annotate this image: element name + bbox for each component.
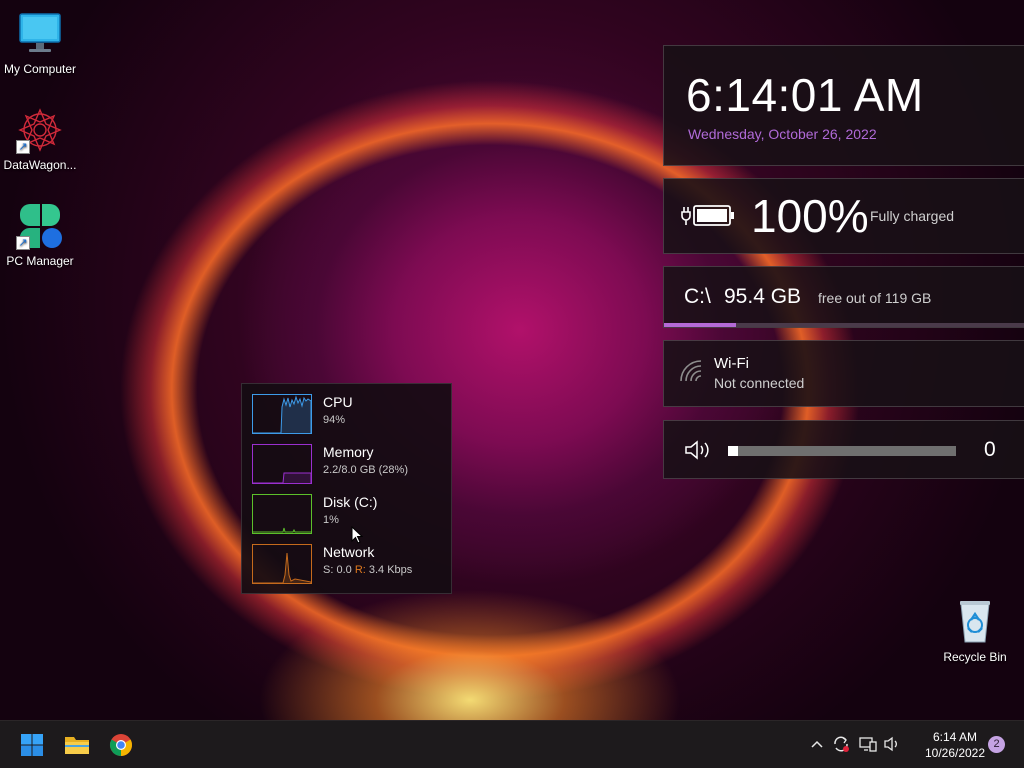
- disk-widget: C:\ 95.4 GB free out of 119 GB: [663, 266, 1024, 328]
- desktop-icon-label: DataWagon...: [3, 158, 77, 172]
- perf-row-memory[interactable]: Memory 2.2/8.0 GB (28%): [252, 444, 447, 488]
- memory-label: Memory: [323, 444, 374, 460]
- file-explorer-button[interactable]: [61, 729, 93, 761]
- taskbar-date: 10/26/2022: [924, 746, 986, 760]
- desktop-icon-datawagon[interactable]: ↗ DataWagon...: [0, 106, 80, 172]
- speaker-icon[interactable]: [684, 439, 714, 466]
- taskbar-clock[interactable]: 6:14 AM 10/26/2022: [920, 729, 990, 761]
- desktop-icon-label: My Computer: [3, 62, 77, 76]
- performance-popup: CPU 94% Memory 2.2/8.0 GB (28%) Disk (C:…: [241, 383, 452, 594]
- network-graph: [252, 544, 312, 584]
- clock-widget: 6:14:01 AM Wednesday, October 26, 2022: [663, 45, 1024, 166]
- start-icon: [21, 734, 43, 756]
- taskbar: 6:14 AM 10/26/2022 2: [0, 720, 1024, 768]
- shortcut-arrow-icon: ↗: [16, 236, 30, 250]
- chrome-icon: [110, 734, 132, 756]
- recycle-bin-icon: [951, 598, 999, 646]
- memory-graph: [252, 444, 312, 484]
- desktop-icon-label: PC Manager: [6, 254, 74, 268]
- mouse-cursor-icon: [351, 525, 364, 550]
- desktop-icon-my-computer[interactable]: My Computer: [0, 10, 80, 76]
- battery-plug-icon: [680, 201, 736, 236]
- disk-graph: [252, 494, 312, 534]
- network-value: S: 0.0 R: 3.4 Kbps: [323, 564, 412, 576]
- chevron-up-icon[interactable]: [808, 735, 826, 753]
- wifi-name: Wi-Fi: [714, 355, 749, 372]
- disk-free-space: 95.4 GB: [724, 285, 802, 308]
- cpu-value: 94%: [323, 414, 346, 426]
- battery-widget: 100% Fully charged: [663, 178, 1024, 254]
- perf-row-disk[interactable]: Disk (C:) 1%: [252, 494, 447, 538]
- clock-time: 6:14:01 AM: [686, 69, 924, 121]
- volume-slider[interactable]: [728, 446, 956, 456]
- network-send: S: 0.0: [323, 564, 352, 576]
- start-button[interactable]: [16, 729, 48, 761]
- wifi-status: Not connected: [714, 375, 805, 391]
- chrome-button[interactable]: [105, 729, 137, 761]
- monitor-icon: [16, 10, 64, 58]
- network-recv-key: R:: [354, 564, 366, 576]
- desktop-icon-pc-manager[interactable]: ↗ PC Manager: [0, 202, 80, 268]
- battery-percent: 100%: [751, 190, 869, 242]
- shortcut-arrow-icon: ↗: [16, 140, 30, 154]
- taskbar-time: 6:14 AM: [932, 730, 978, 744]
- disk-usage-bar: [664, 323, 1024, 327]
- desktop-icon-label: Recycle Bin: [943, 650, 1007, 664]
- clock-date: Wednesday, October 26, 2022: [688, 126, 877, 142]
- disk-label: Disk (C:): [323, 494, 378, 510]
- battery-status: Fully charged: [870, 208, 955, 224]
- wifi-widget[interactable]: Wi-Fi Not connected: [663, 340, 1024, 407]
- network-label: Network: [323, 544, 375, 560]
- network-recv-value: 3.4 Kbps: [368, 564, 413, 576]
- sync-icon[interactable]: [832, 735, 850, 753]
- perf-row-network[interactable]: Network S: 0.0 R: 3.4 Kbps: [252, 544, 447, 588]
- desktop-icon-recycle-bin[interactable]: Recycle Bin: [935, 598, 1015, 664]
- disk-capacity-text: free out of 119 GB: [818, 290, 932, 306]
- cpu-label: CPU: [323, 394, 353, 410]
- wifi-icon: [678, 359, 704, 390]
- datawagon-icon: ↗: [16, 106, 64, 154]
- notification-badge[interactable]: 2: [988, 736, 1005, 753]
- volume-widget: 0: [663, 420, 1024, 479]
- disk-usage-fill: [664, 323, 736, 327]
- file-explorer-icon: [65, 737, 89, 754]
- cpu-graph: [252, 394, 312, 434]
- volume-slider-thumb[interactable]: [728, 446, 738, 456]
- disk-drive-label: C:\: [684, 285, 711, 308]
- network-display-icon[interactable]: [859, 735, 877, 753]
- pc-manager-icon: ↗: [16, 202, 64, 250]
- perf-row-cpu[interactable]: CPU 94%: [252, 394, 447, 438]
- volume-value: 0: [984, 438, 996, 461]
- disk-value: 1%: [323, 514, 339, 526]
- volume-tray-icon[interactable]: [883, 735, 901, 753]
- memory-value: 2.2/8.0 GB (28%): [323, 464, 408, 476]
